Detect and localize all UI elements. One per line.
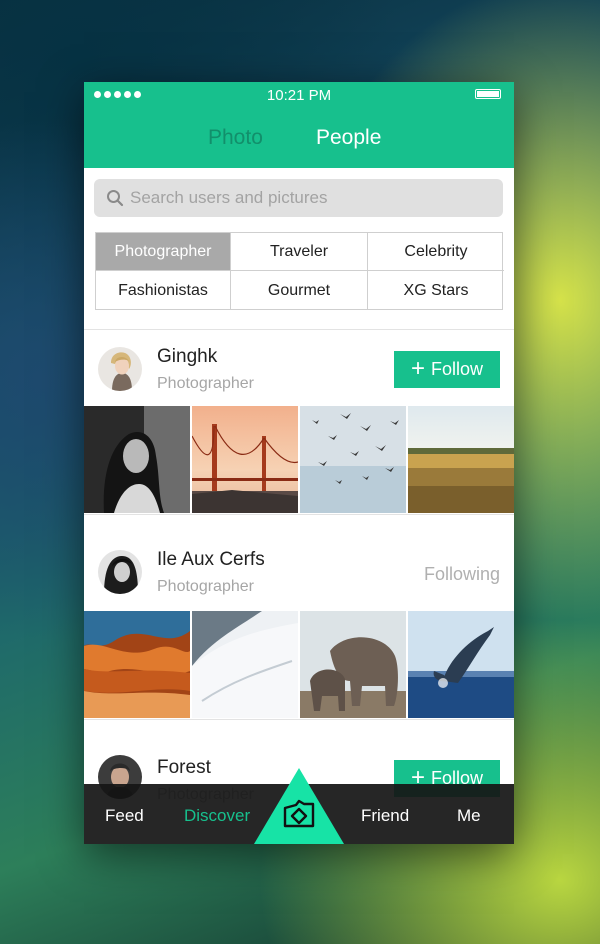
photo-strip	[84, 406, 514, 513]
phone-screen: 10:21 PM Photo People Photographer Trave…	[84, 82, 514, 844]
category-gourmet[interactable]: Gourmet	[231, 271, 368, 310]
divider	[84, 329, 514, 330]
user-role: Photographer	[157, 578, 254, 595]
category-fashionistas[interactable]: Fashionistas	[96, 271, 231, 310]
photo-elephants[interactable]	[300, 611, 406, 718]
search-bar[interactable]	[94, 179, 503, 217]
category-photographer[interactable]: Photographer	[96, 233, 231, 271]
follow-label: Follow	[431, 359, 484, 379]
category-grid: Photographer Traveler Celebrity Fashioni…	[95, 232, 504, 310]
camera-button[interactable]	[254, 768, 344, 844]
follow-button[interactable]: + Follow	[394, 351, 500, 388]
divider	[84, 514, 514, 515]
photo-field[interactable]	[408, 406, 514, 513]
user-name: Forest	[157, 757, 211, 778]
status-bar: 10:21 PM	[84, 82, 514, 108]
photo-snow-slope[interactable]	[192, 611, 298, 718]
category-traveler[interactable]: Traveler	[231, 233, 368, 271]
nav-friend[interactable]: Friend	[361, 806, 409, 826]
search-icon	[107, 190, 124, 207]
photo-strip	[84, 611, 514, 718]
photo-canyon[interactable]	[84, 611, 190, 718]
user-row: Ginghk Photographer + Follow	[84, 340, 514, 400]
following-button[interactable]: Following	[424, 564, 500, 585]
nav-discover[interactable]: Discover	[184, 806, 250, 826]
nav-me[interactable]: Me	[457, 806, 481, 826]
tab-people[interactable]: People	[316, 126, 381, 150]
category-celebrity[interactable]: Celebrity	[368, 233, 504, 271]
user-name: Ginghk	[157, 346, 218, 367]
user-row: Ile Aux Cerfs Photographer Following	[84, 545, 514, 605]
status-time: 10:21 PM	[266, 87, 332, 104]
user-name: Ile Aux Cerfs	[157, 549, 265, 570]
photo-marlin[interactable]	[408, 611, 514, 718]
photo-birds[interactable]	[300, 406, 406, 513]
divider	[84, 719, 514, 720]
search-input[interactable]	[130, 179, 490, 217]
avatar[interactable]	[98, 347, 142, 391]
category-xg-stars[interactable]: XG Stars	[368, 271, 504, 310]
plus-icon: +	[410, 354, 425, 382]
tab-photo[interactable]: Photo	[208, 126, 263, 150]
nav-feed[interactable]: Feed	[105, 806, 144, 826]
avatar[interactable]	[98, 550, 142, 594]
top-tabs: Photo People	[84, 126, 514, 156]
battery-icon	[475, 89, 501, 99]
photo-golden-gate[interactable]	[192, 406, 298, 513]
app-header: 10:21 PM Photo People	[84, 82, 514, 168]
user-role: Photographer	[157, 375, 254, 392]
photo-portrait-bw[interactable]	[84, 406, 190, 513]
bottom-nav: Feed Discover Friend Me	[84, 768, 514, 844]
